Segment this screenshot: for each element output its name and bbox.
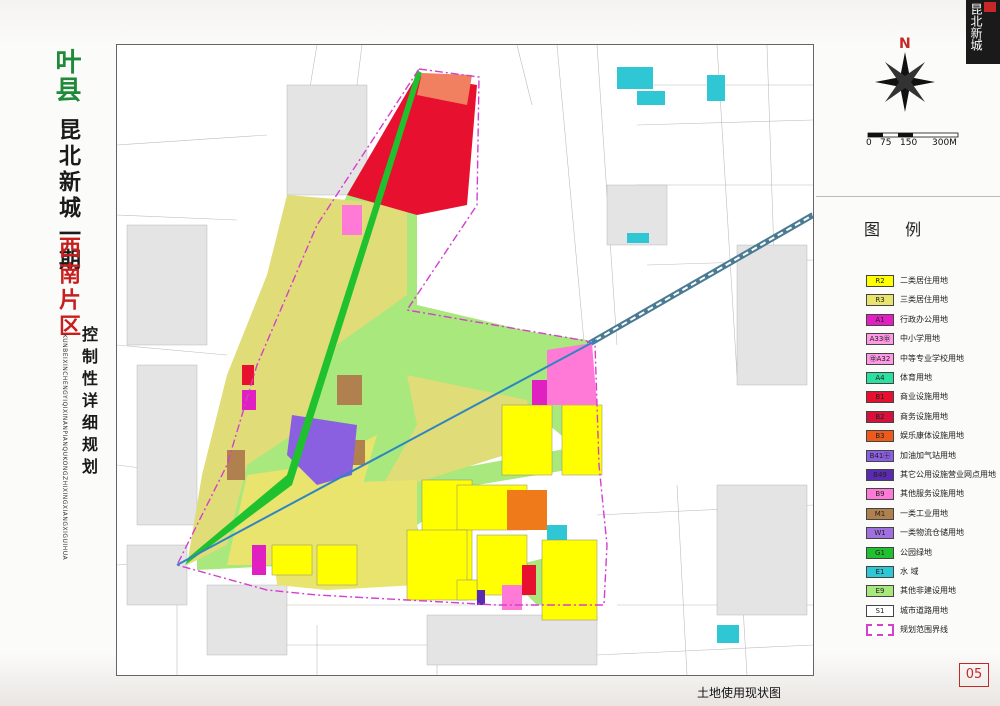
seal-text: 昆北新城: [969, 3, 983, 51]
legend-label: 中小学用地: [900, 334, 940, 344]
north-label: N: [899, 36, 911, 52]
legend-item: W1 一类物流仓储用地: [866, 527, 996, 540]
map-title: 土地使用现状图: [697, 686, 782, 700]
seal-mark: [984, 2, 996, 12]
legend-label: 城市道路用地: [900, 605, 948, 615]
legend-label: 商务设施用地: [900, 411, 948, 421]
scale-bar: 0 75 150 300M: [866, 126, 962, 156]
legend-label: 一类工业用地: [900, 508, 948, 518]
top-frame: [0, 0, 1000, 44]
page-number: 05: [959, 663, 989, 687]
legend-item: B2 商务设施用地: [866, 410, 996, 424]
legend-item: R2 二类居住用地: [866, 275, 996, 288]
legend-item: B9 其他服务设施用地: [866, 488, 996, 501]
legend-label: 体育用地: [900, 373, 932, 382]
legend-divider: [816, 196, 1000, 197]
legend-swatch: G1: [866, 546, 894, 559]
scale-label-75: 75: [880, 138, 892, 148]
scale-label-300: 300M: [932, 138, 957, 148]
legend-label: 其他服务设施用地: [900, 489, 964, 499]
legend-swatch: R3: [866, 294, 894, 307]
legend-label: 规划范围界线: [900, 625, 948, 635]
legend-item: A4 体育用地: [866, 372, 996, 385]
legend-label: 行政办公用地: [900, 314, 948, 324]
drawing-sheet: 叶县 昆北新城一期 西南片区 控制性详细规划 KUNBEIXINCHENGYIQ…: [0, 0, 1000, 706]
legend-label: 公园绿地: [900, 547, 932, 557]
legend-swatch: E9: [866, 585, 894, 598]
legend-label: 其它公用设施营业网点用地: [900, 470, 996, 479]
legend-item: B3 娱乐康体设施用地: [866, 430, 996, 443]
legend-swatch: B3: [866, 430, 894, 443]
legend-swatch: B41㊉: [866, 449, 894, 462]
legend-item: A1 行政办公用地: [866, 313, 996, 327]
legend-swatch: A1: [866, 313, 894, 326]
title-plan-type: 控制性详细规划: [79, 326, 98, 480]
legend-label: 商业设施用地: [900, 392, 948, 402]
legend-label: 中等专业学校用地: [900, 353, 964, 363]
legend-item: S1 城市道路用地: [866, 604, 996, 618]
legend-swatch: B9: [866, 488, 894, 501]
legend-swatch: ㊥A32: [866, 352, 894, 365]
legend-label: 三类居住用地: [900, 295, 948, 305]
legend-label: 加油加气站用地: [900, 450, 956, 460]
legend-item: G1 公园绿地: [866, 546, 996, 560]
land-use-map[interactable]: [116, 44, 815, 676]
legend-item: B41㊉ 加油加气站用地: [866, 449, 996, 463]
legend-swatch: W1: [866, 527, 894, 540]
title-county: 叶县: [51, 48, 81, 104]
legend-item: R3 三类居住用地: [866, 294, 996, 307]
legend-swatch: A33㊥: [866, 333, 894, 346]
legend-label: 水 域: [900, 567, 919, 576]
map-canvas: [116, 44, 815, 676]
legend-item: 规划范围界线: [866, 624, 996, 637]
legend-swatch: E1: [866, 566, 894, 578]
legend-label: 娱乐康体设施用地: [900, 431, 964, 441]
legend-swatch: R2: [866, 275, 894, 287]
legend-title: 图 例: [864, 220, 932, 239]
legend-swatch: B1: [866, 391, 894, 404]
vertical-title-block: 叶县 昆北新城一期 西南片区 控制性详细规划 KUNBEIXINCHENGYIQ…: [42, 44, 112, 644]
legend-item: E1 水 域: [866, 566, 996, 579]
legend-item: ㊥A32 中等专业学校用地: [866, 352, 996, 366]
title-pinyin: KUNBEIXINCHENGYIQIXINANPIANQUKONGZHIXING…: [61, 334, 68, 561]
legend-item: B1 商业设施用地: [866, 391, 996, 404]
legend-item: E9 其他非建设用地: [866, 585, 996, 598]
legend-label: 二类居住用地: [900, 276, 948, 285]
legend-label: 一类物流仓储用地: [900, 528, 964, 538]
legend-swatch: M1: [866, 507, 894, 520]
legend-swatch: [866, 624, 894, 637]
title-area: 西南片区: [55, 236, 81, 340]
scale-label-0: 0: [866, 138, 872, 148]
legend-item: A33㊥ 中小学用地: [866, 333, 996, 346]
legend-swatch: A4: [866, 372, 894, 384]
legend-item: M1 一类工业用地: [866, 507, 996, 521]
legend-swatch: B49: [866, 469, 894, 481]
legend-swatch: B2: [866, 410, 894, 423]
scale-label-150: 150: [900, 138, 918, 148]
legend-item: B49 其它公用设施营业网点用地: [866, 469, 996, 482]
legend-label: 其他非建设用地: [900, 586, 956, 596]
legend-swatch: S1: [866, 604, 894, 617]
